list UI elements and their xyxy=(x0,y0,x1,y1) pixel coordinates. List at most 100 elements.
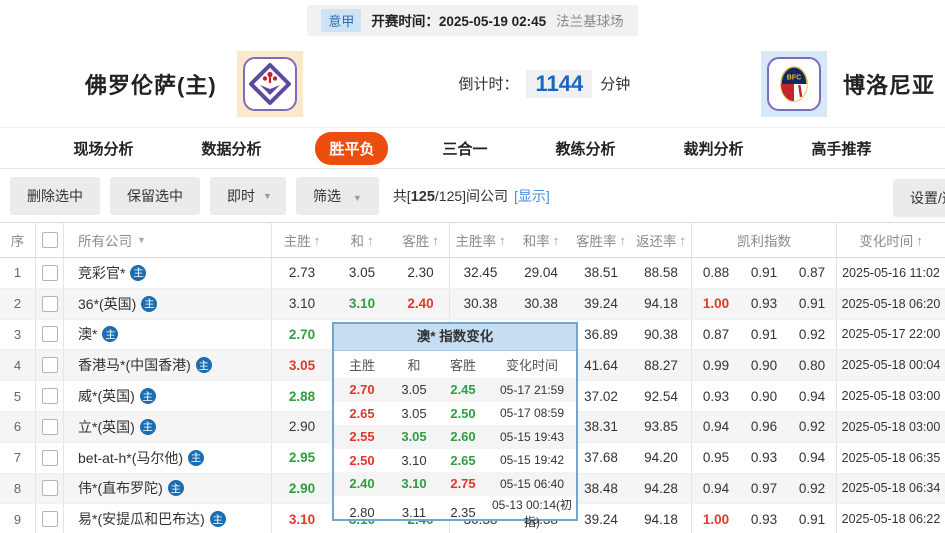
header-draw-rate[interactable]: 和率↑ xyxy=(511,223,571,257)
home-odds-cell[interactable]: 3.05 xyxy=(272,350,332,380)
popup-home-odds: 2.55 xyxy=(334,429,390,444)
company-cell[interactable]: 威*(英国) 主 xyxy=(64,381,272,411)
sort-asc-icon: ↑ xyxy=(367,233,374,248)
header-checkbox-cell xyxy=(36,223,64,257)
away-rate-cell: 41.64 xyxy=(571,350,631,380)
filter-label: 筛选 xyxy=(313,188,341,204)
row-seq: 1 xyxy=(0,258,36,288)
odds-mode-dropdown[interactable]: 即时 ▼ xyxy=(210,177,286,215)
company-count: 共[125/125]间公司 xyxy=(393,186,508,206)
header-home-rate[interactable]: 主胜率↑ xyxy=(450,223,511,257)
home-odds-cell[interactable]: 2.70 xyxy=(272,320,332,350)
header-away-rate[interactable]: 客胜率↑ xyxy=(571,223,631,257)
company-name: 香港马*(中国香港) xyxy=(78,355,191,375)
popup-row: 2.55 3.05 2.60 05-15 19:43 xyxy=(334,425,576,449)
company-name: 澳* xyxy=(78,324,97,344)
change-time-cell: 2025-05-18 00:04 xyxy=(837,350,945,380)
row-checkbox[interactable] xyxy=(42,450,58,466)
row-seq: 4 xyxy=(0,350,36,380)
home-odds-cell[interactable]: 2.88 xyxy=(272,381,332,411)
settings-select-button[interactable]: 设置/选择 xyxy=(893,179,945,217)
kelly-home-cell: 1.00 xyxy=(692,504,740,533)
company-cell[interactable]: 竞彩官* 主 xyxy=(64,258,272,288)
nav-tab[interactable]: 三合一 xyxy=(428,132,501,165)
row-checkbox[interactable] xyxy=(42,357,58,373)
home-odds-cell[interactable]: 2.90 xyxy=(272,412,332,442)
company-cell[interactable]: 香港马*(中国香港) 主 xyxy=(64,350,272,380)
row-checkbox[interactable] xyxy=(42,419,58,435)
header-change-time[interactable]: 变化时间↑ xyxy=(837,223,945,257)
delete-selected-button[interactable]: 删除选中 xyxy=(10,177,100,215)
filter-dropdown[interactable]: 筛选 ▼ xyxy=(296,177,379,215)
popup-change-time: 05-15 06:40 xyxy=(488,477,576,491)
return-rate-cell: 93.85 xyxy=(631,412,692,442)
popup-change-time: 05-17 08:59 xyxy=(488,406,576,420)
row-seq: 2 xyxy=(0,289,36,319)
chevron-down-icon: ▼ xyxy=(263,191,272,201)
return-rate-cell: 94.18 xyxy=(631,289,692,319)
league-badge[interactable]: 意甲 xyxy=(321,9,361,32)
away-team-block: BFC 博洛尼亚 xyxy=(761,51,935,117)
company-cell[interactable]: 立*(英国) 主 xyxy=(64,412,272,442)
header-away-odds[interactable]: 客胜↑ xyxy=(392,223,450,257)
row-checkbox[interactable] xyxy=(42,296,58,312)
popup-row: 2.50 3.10 2.65 05-15 19:42 xyxy=(334,449,576,473)
row-checkbox[interactable] xyxy=(42,265,58,281)
row-checkbox[interactable] xyxy=(42,326,58,342)
home-rate-cell: 32.45 xyxy=(450,258,511,288)
row-seq: 7 xyxy=(0,443,36,473)
header-company[interactable]: 所有公司 ▼ xyxy=(64,223,272,257)
kelly-home-cell: 0.94 xyxy=(692,412,740,442)
draw-odds-cell[interactable]: 3.05 xyxy=(332,258,392,288)
away-odds-cell[interactable]: 2.40 xyxy=(392,289,450,319)
home-badge-icon: 主 xyxy=(196,357,212,373)
nav-tab[interactable]: 现场分析 xyxy=(59,132,147,165)
home-odds-cell[interactable]: 2.90 xyxy=(272,474,332,504)
nav-tab[interactable]: 教练分析 xyxy=(542,132,630,165)
company-cell[interactable]: 36*(英国) 主 xyxy=(64,289,272,319)
header-seq: 序 xyxy=(0,223,36,257)
home-badge-icon: 主 xyxy=(140,419,156,435)
keep-selected-button[interactable]: 保留选中 xyxy=(110,177,200,215)
company-cell[interactable]: 澳* 主 xyxy=(64,320,272,350)
nav-tab[interactable]: 数据分析 xyxy=(187,132,275,165)
home-odds-cell[interactable]: 3.10 xyxy=(272,504,332,533)
change-time-cell: 2025-05-18 03:00 xyxy=(837,381,945,411)
nav-tab[interactable]: 裁判分析 xyxy=(670,132,758,165)
home-badge-icon: 主 xyxy=(168,480,184,496)
nav-tab-label: 现场分析 xyxy=(73,141,133,158)
header-draw-odds[interactable]: 和↑ xyxy=(332,223,392,257)
select-all-checkbox[interactable] xyxy=(42,232,58,248)
company-name: bet-at-h*(马尔他) xyxy=(78,448,183,468)
nav-tab[interactable]: 高手推荐 xyxy=(798,132,886,165)
away-rate-cell: 39.24 xyxy=(571,504,631,533)
popup-change-time: 05-15 19:42 xyxy=(488,453,576,467)
sort-asc-icon: ↑ xyxy=(680,233,687,248)
return-rate-cell: 88.58 xyxy=(631,258,692,288)
change-time-cell: 2025-05-18 06:35 xyxy=(837,443,945,473)
kelly-away-cell: 0.94 xyxy=(788,381,837,411)
nav-tab[interactable]: 胜平负 xyxy=(315,132,388,165)
row-checkbox[interactable] xyxy=(42,511,58,527)
company-cell[interactable]: 易*(安提瓜和巴布达) 主 xyxy=(64,504,272,533)
company-cell[interactable]: bet-at-h*(马尔他) 主 xyxy=(64,443,272,473)
header-home-odds[interactable]: 主胜↑ xyxy=(272,223,332,257)
sort-asc-icon: ↑ xyxy=(432,233,439,248)
kelly-draw-cell: 0.93 xyxy=(740,504,788,533)
draw-odds-cell[interactable]: 3.10 xyxy=(332,289,392,319)
away-odds-cell[interactable]: 2.30 xyxy=(392,258,450,288)
table-row: 1 竞彩官* 主 2.73 3.05 2.30 32.45 29.04 38.5… xyxy=(0,258,945,289)
company-cell[interactable]: 伟*(直布罗陀) 主 xyxy=(64,474,272,504)
chevron-down-icon: ▼ xyxy=(137,235,146,245)
row-checkbox[interactable] xyxy=(42,388,58,404)
show-link[interactable]: [显示] xyxy=(514,186,550,206)
popup-home-odds: 2.80 xyxy=(334,505,390,520)
home-odds-cell[interactable]: 2.95 xyxy=(272,443,332,473)
header-return-rate[interactable]: 返还率↑ xyxy=(631,223,692,257)
row-checkbox-cell xyxy=(36,320,64,350)
sort-asc-icon: ↑ xyxy=(553,233,560,248)
home-odds-cell[interactable]: 3.10 xyxy=(272,289,332,319)
row-checkbox[interactable] xyxy=(42,480,58,496)
popup-draw-odds: 3.05 xyxy=(390,382,438,397)
home-odds-cell[interactable]: 2.73 xyxy=(272,258,332,288)
